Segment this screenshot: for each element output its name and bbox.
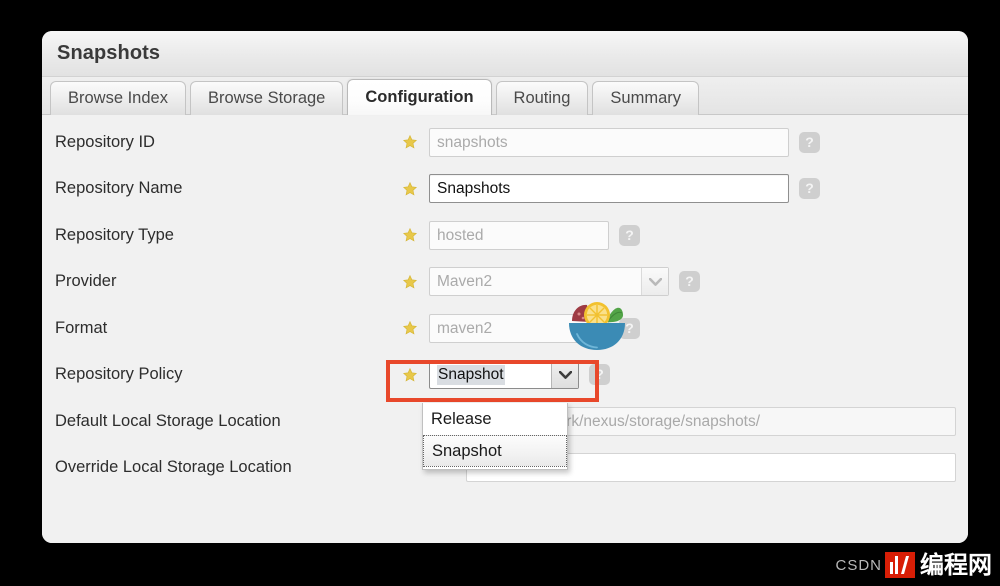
tab-summary[interactable]: Summary [592, 81, 699, 115]
label-repository-name: Repository Name [55, 179, 183, 198]
tab-browse-index[interactable]: Browse Index [50, 81, 186, 115]
help-icon-repository-id[interactable]: ? [799, 131, 820, 153]
repository-policy-dropdown-list: Release Snapshot [422, 403, 568, 470]
required-star-icon [403, 228, 417, 242]
required-star-icon [403, 274, 417, 289]
watermark-brand: CSDN [835, 556, 882, 574]
form-row-repository-name: Repository Name Snapshots ? [42, 166, 968, 213]
help-icon-format[interactable]: ? [619, 317, 640, 339]
form-row-format: Format maven2 ? [42, 305, 968, 352]
page-title: Snapshots [57, 42, 161, 64]
help-icon-provider[interactable]: ? [679, 271, 700, 293]
required-star-icon [403, 181, 417, 196]
required-star-icon [403, 321, 417, 335]
select-provider-value: Maven2 [437, 273, 493, 291]
input-repository-name[interactable]: Snapshots [429, 174, 789, 204]
input-repository-type[interactable]: hosted [429, 220, 609, 250]
dropdown-option-snapshot[interactable]: Snapshot [423, 435, 567, 467]
required-star-icon [403, 367, 417, 382]
select-repository-policy[interactable]: Snapshot [429, 360, 579, 390]
chevron-down-icon[interactable] [551, 361, 578, 389]
label-repository-policy: Repository Policy [55, 365, 183, 384]
tab-browse-storage[interactable]: Browse Storage [189, 81, 344, 115]
form-row-repository-type: Repository Type hosted ? [42, 212, 968, 259]
tab-configuration[interactable]: Configuration [347, 79, 492, 115]
tab-bar: Browse Index Browse Storage Configuratio… [42, 77, 968, 115]
input-format[interactable]: maven2 [429, 313, 609, 343]
input-repository-id[interactable]: snapshots [429, 127, 789, 157]
label-repository-type: Repository Type [55, 225, 174, 244]
form-row-provider: Provider Maven2 ? [42, 259, 968, 306]
help-icon-repository-policy[interactable]: ? [589, 364, 610, 386]
watermark-logo-icon [885, 552, 915, 578]
label-default-local-storage-location: Default Local Storage Location [55, 411, 281, 430]
chevron-down-icon[interactable] [641, 268, 668, 296]
watermark-site: 编程网 [920, 551, 992, 579]
panel-header: Snapshots [42, 31, 968, 77]
dropdown-option-release[interactable]: Release [423, 403, 567, 435]
tab-routing[interactable]: Routing [495, 81, 589, 115]
form-row-repository-id: Repository ID snapshots ? [42, 119, 968, 166]
label-override-local-storage-location: Override Local Storage Location [55, 458, 292, 477]
label-format: Format [55, 318, 108, 337]
help-icon-repository-type[interactable]: ? [619, 224, 640, 246]
label-repository-id: Repository ID [55, 132, 155, 151]
label-provider: Provider [55, 272, 117, 291]
required-star-icon [403, 135, 417, 149]
select-provider[interactable]: Maven2 [429, 267, 669, 297]
configuration-form: Repository ID snapshots ? Repository Nam… [42, 115, 968, 543]
selected-text: Snapshot [437, 365, 505, 386]
watermark: CSDN 编程网 [835, 550, 992, 580]
form-row-repository-policy: Repository Policy Snapshot ? [42, 352, 968, 399]
help-icon-repository-name[interactable]: ? [799, 178, 820, 200]
select-repository-policy-value: Snapshot [430, 361, 551, 388]
